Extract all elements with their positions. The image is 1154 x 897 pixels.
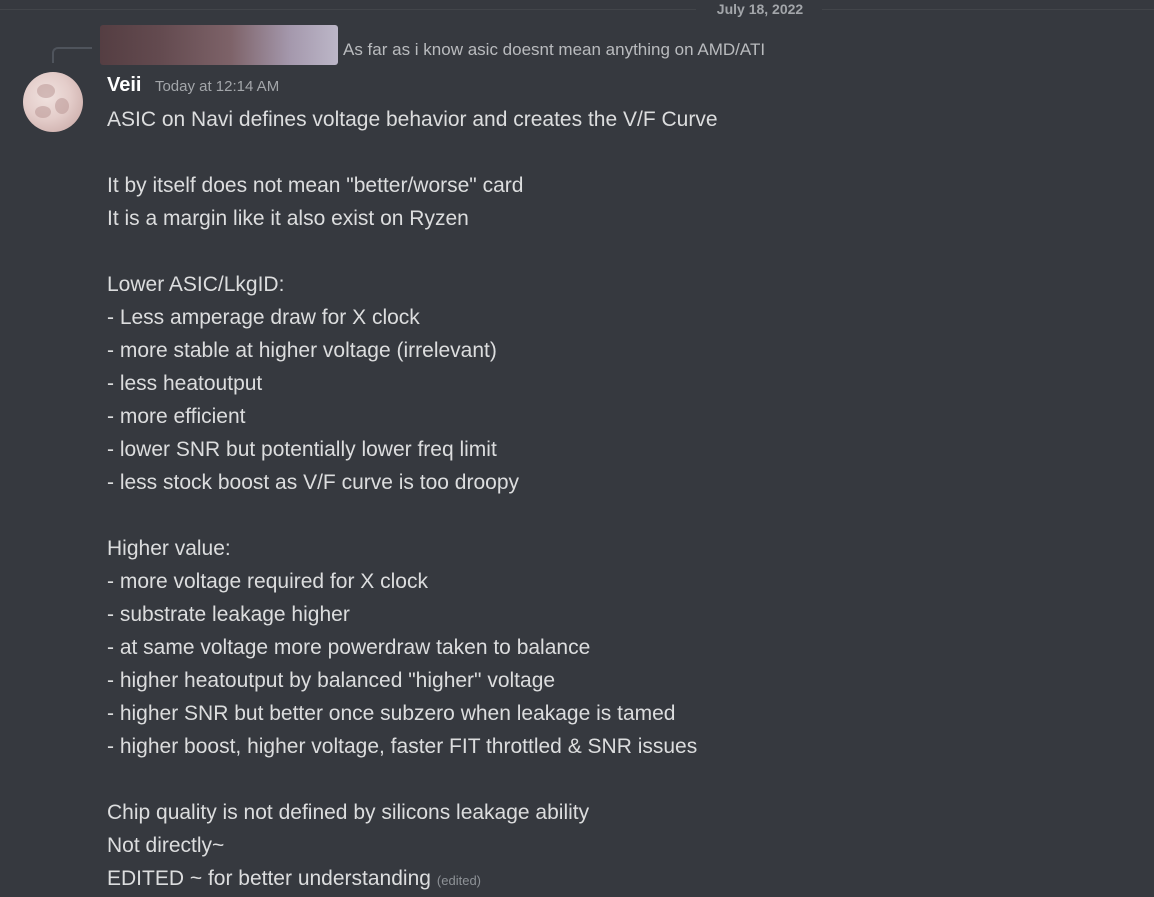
message-line: ASIC on Navi defines voltage behavior an… xyxy=(107,103,718,136)
message-line-text: Higher value: xyxy=(107,537,231,560)
message-line-text: - more stable at higher voltage (irrelev… xyxy=(107,339,497,362)
message-line-text: - lower SNR but potentially lower freq l… xyxy=(107,438,497,461)
reply-spine-line xyxy=(52,47,92,63)
avatar-detail xyxy=(37,84,55,98)
message-line-text: - at same voltage more powerdraw taken t… xyxy=(107,636,591,659)
message-line-text: Chip quality is not defined by silicons … xyxy=(107,801,590,824)
avatar[interactable] xyxy=(23,72,83,132)
message-line-text: - more voltage required for X clock xyxy=(107,570,428,593)
message-line: - higher boost, higher voltage, faster F… xyxy=(107,730,718,763)
message-line-text: Lower ASIC/LkgID: xyxy=(107,273,285,296)
reply-preview-text[interactable]: As far as i know asic doesnt mean anythi… xyxy=(343,38,765,62)
avatar-detail xyxy=(35,106,51,118)
message-line: - higher heatoutput by balanced "higher"… xyxy=(107,664,718,697)
message-line: Lower ASIC/LkgID: xyxy=(107,268,718,301)
message-line: - more stable at higher voltage (irrelev… xyxy=(107,334,718,367)
message-line: - lower SNR but potentially lower freq l… xyxy=(107,433,718,466)
message-line-text: - less stock boost as V/F curve is too d… xyxy=(107,471,520,494)
message-line: - at same voltage more powerdraw taken t… xyxy=(107,631,718,664)
message-line-text: EDITED ~ for better understanding xyxy=(107,867,431,890)
message-line: - Less amperage draw for X clock xyxy=(107,301,718,334)
message-line: - substrate leakage higher xyxy=(107,598,718,631)
message-line: Higher value: xyxy=(107,532,718,565)
edited-label: (edited) xyxy=(436,873,481,888)
message-line: - less heatoutput xyxy=(107,367,718,400)
date-divider-label: July 18, 2022 xyxy=(716,1,804,17)
avatar-detail xyxy=(55,98,69,114)
message-line: EDITED ~ for better understanding (edited… xyxy=(107,862,718,895)
message-line: - higher SNR but better once subzero whe… xyxy=(107,697,718,730)
message-header: Veii Today at 12:14 AM xyxy=(107,74,279,97)
message-line: Chip quality is not defined by silicons … xyxy=(107,796,718,829)
message-line-text: - Less amperage draw for X clock xyxy=(107,306,420,329)
message-line: - less stock boost as V/F curve is too d… xyxy=(107,466,718,499)
author-username[interactable]: Veii xyxy=(107,74,141,96)
divider-line-right xyxy=(822,9,1154,10)
message-line-text: - higher heatoutput by balanced "higher"… xyxy=(107,669,556,692)
message-line: It by itself does not mean "better/worse… xyxy=(107,169,718,202)
divider-line-left xyxy=(0,9,696,10)
message-line-text: It by itself does not mean "better/worse… xyxy=(107,174,524,197)
message-line-text: - substrate leakage higher xyxy=(107,603,350,626)
message-line-text: Not directly~ xyxy=(107,834,225,857)
redacted-reply-author xyxy=(100,25,338,65)
message-line-text: It is a margin like it also exist on Ryz… xyxy=(107,207,469,230)
message-line-text: ASIC on Navi defines voltage behavior an… xyxy=(107,108,718,131)
message-line-text: - higher boost, higher voltage, faster F… xyxy=(107,735,698,758)
message-line: Not directly~ xyxy=(107,829,718,862)
message-line: - more voltage required for X clock xyxy=(107,565,718,598)
message-line-text: - more efficient xyxy=(107,405,246,428)
message-line-text: - less heatoutput xyxy=(107,372,263,395)
message-content: ASIC on Navi defines voltage behavior an… xyxy=(107,103,718,895)
message-timestamp[interactable]: Today at 12:14 AM xyxy=(155,78,279,95)
message-line: It is a margin like it also exist on Ryz… xyxy=(107,202,718,235)
message-line: - more efficient xyxy=(107,400,718,433)
message-line-text: - higher SNR but better once subzero whe… xyxy=(107,702,676,725)
